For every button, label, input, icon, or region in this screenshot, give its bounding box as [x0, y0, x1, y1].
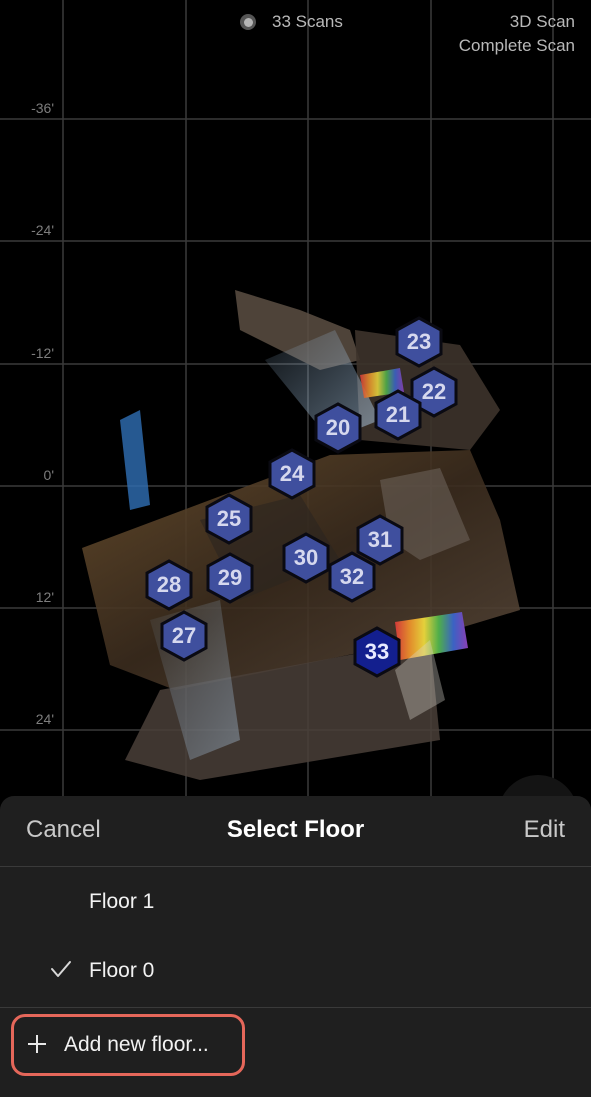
- floor-label: Floor 1: [89, 889, 155, 913]
- scan-marker-label: 24: [279, 461, 305, 486]
- select-floor-sheet: Cancel Select Floor Edit Floor 1 Floor 0…: [0, 796, 591, 1097]
- scan-marker-27[interactable]: 27: [159, 610, 209, 662]
- checkmark-icon: [51, 961, 71, 977]
- scan-marker-label: 23: [406, 329, 432, 354]
- scan-marker-25[interactable]: 25: [204, 493, 254, 545]
- scan-marker-label: 20: [325, 415, 351, 440]
- scan-marker-label: 29: [217, 565, 243, 590]
- add-new-floor-label: Add new floor...: [64, 1033, 209, 1056]
- grid-label-24: 24': [35, 711, 54, 727]
- grid-label-12: 12': [35, 589, 54, 605]
- sheet-header: Cancel Select Floor Edit: [0, 796, 591, 867]
- scan-marker-30[interactable]: 30: [281, 532, 331, 584]
- floor-list: Floor 1 Floor 0: [0, 867, 591, 1008]
- scan-mode-line2: Complete Scan: [458, 36, 575, 55]
- scan-marker-label: 30: [293, 545, 319, 570]
- scan-mode-line1: 3D Scan: [509, 12, 575, 31]
- scan-map[interactable]: -36' -24' -12' 0' 12' 24' 23 22 21 20 24 25 31…: [0, 0, 591, 800]
- scan-marker-label: 33: [364, 639, 390, 664]
- radio-dot-icon: [240, 14, 256, 30]
- scan-marker-label: 32: [339, 564, 365, 589]
- scan-marker-label: 21: [385, 402, 411, 427]
- sheet-title: Select Floor: [226, 816, 365, 843]
- edit-button[interactable]: Edit: [524, 816, 565, 844]
- scan-marker-20[interactable]: 20: [313, 402, 363, 454]
- scan-marker-33[interactable]: 33: [352, 626, 402, 678]
- scan-marker-23[interactable]: 23: [394, 316, 444, 368]
- floor-label: Floor 0: [89, 958, 155, 982]
- scan-count-indicator: 33 Scans: [240, 12, 343, 32]
- scan-marker-label: 28: [156, 572, 182, 597]
- plus-icon: [28, 1035, 46, 1053]
- grid-label-0: 0': [43, 467, 54, 483]
- grid-label-neg24: -24': [31, 222, 54, 238]
- app-root: -36' -24' -12' 0' 12' 24' 23 22 21 20 24 25 31…: [0, 0, 591, 1097]
- scan-marker-29[interactable]: 29: [205, 552, 255, 604]
- add-new-floor-button[interactable]: Add new floor...: [11, 1014, 245, 1076]
- scan-marker-21[interactable]: 21: [373, 389, 423, 441]
- scan-count-label: 33 Scans: [272, 12, 343, 31]
- scan-marker-24[interactable]: 24: [267, 448, 317, 500]
- scan-mode-info: 3D Scan Complete Scan: [459, 10, 575, 58]
- grid-label-neg12: -12': [31, 345, 54, 361]
- floor-row-floor-0[interactable]: Floor 0: [0, 936, 591, 1005]
- scan-marker-label: 25: [216, 506, 242, 531]
- map-canvas: [0, 0, 591, 800]
- floor-row-floor-1[interactable]: Floor 1: [0, 867, 591, 936]
- scan-marker-label: 27: [171, 623, 197, 648]
- scan-marker-32[interactable]: 32: [327, 551, 377, 603]
- scan-marker-28[interactable]: 28: [144, 559, 194, 611]
- list-divider: [0, 1007, 591, 1008]
- grid-label-neg36: -36': [31, 100, 54, 116]
